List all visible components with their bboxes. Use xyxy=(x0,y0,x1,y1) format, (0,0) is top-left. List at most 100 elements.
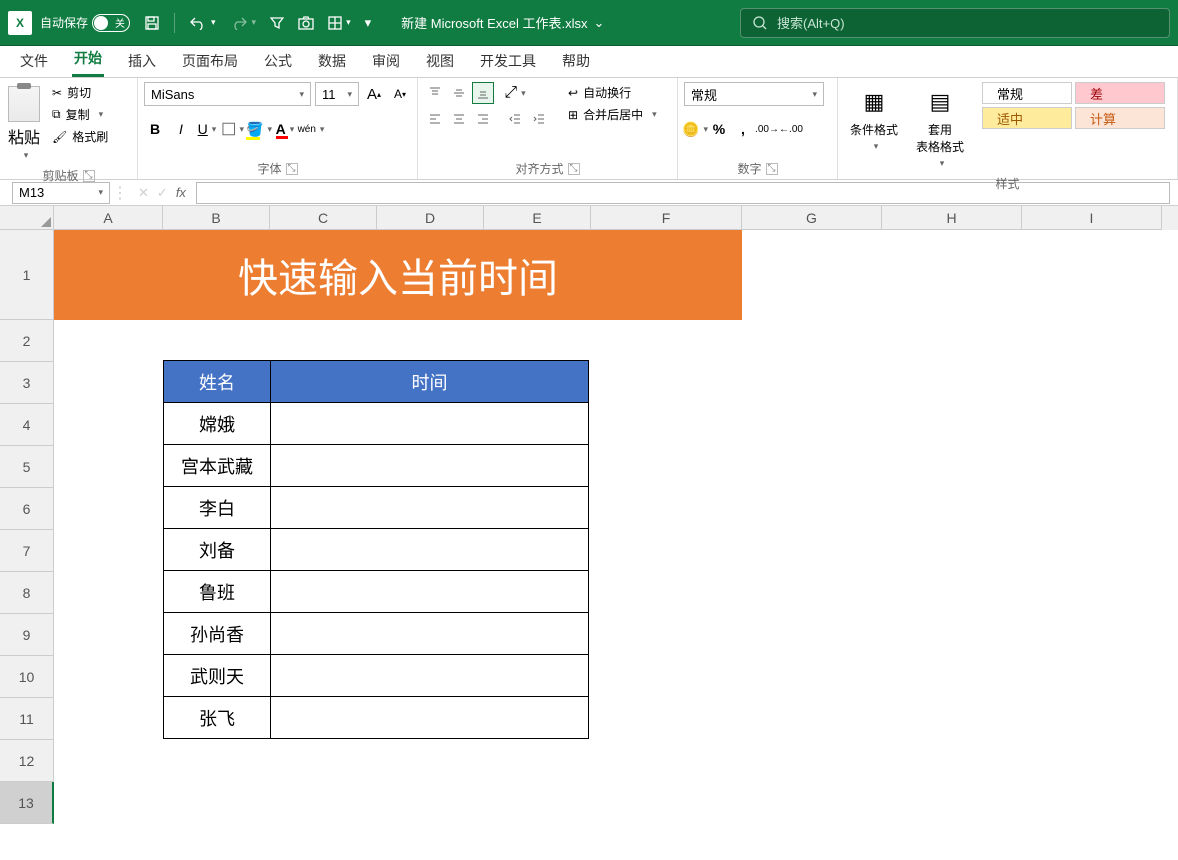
cell-name-0[interactable]: 嫦娥 xyxy=(164,403,271,445)
title-cell[interactable]: 快速输入当前时间 xyxy=(54,230,742,320)
align-top-button[interactable] xyxy=(424,82,446,104)
merge-center-button[interactable]: ⊞合并后居中▾ xyxy=(564,104,661,125)
align-launcher[interactable]: ⤡ xyxy=(568,163,580,175)
wrap-text-button[interactable]: ↩自动换行 xyxy=(564,82,661,103)
save-icon[interactable] xyxy=(144,15,160,31)
row-header-12[interactable]: 12 xyxy=(0,740,54,782)
cell-time-7[interactable] xyxy=(271,697,589,739)
cell-time-3[interactable] xyxy=(271,529,589,571)
row-header-5[interactable]: 5 xyxy=(0,446,54,488)
row-header-7[interactable]: 7 xyxy=(0,530,54,572)
increase-indent-button[interactable] xyxy=(528,108,550,130)
cell-style-good[interactable]: 适中 xyxy=(982,107,1072,129)
decrease-font-icon[interactable]: A▾ xyxy=(389,83,411,105)
cell-grid[interactable]: 快速输入当前时间 姓名 时间 嫦娥 宫本武藏 李白 刘备 鲁班 孙尚香 武则天 … xyxy=(54,230,1178,824)
col-header-E[interactable]: E xyxy=(484,206,591,230)
fill-color-button[interactable]: 🪣▾ xyxy=(248,118,270,140)
bold-button[interactable]: B xyxy=(144,118,166,140)
cancel-formula-icon[interactable]: ✕ xyxy=(138,185,149,201)
fx-icon[interactable]: fx xyxy=(176,185,186,200)
tab-layout[interactable]: 页面布局 xyxy=(180,51,240,77)
tab-help[interactable]: 帮助 xyxy=(560,51,592,77)
col-header-H[interactable]: H xyxy=(882,206,1022,230)
filter-icon[interactable] xyxy=(270,16,284,30)
select-all-corner[interactable] xyxy=(0,206,54,230)
align-right-button[interactable] xyxy=(472,108,494,130)
row-header-6[interactable]: 6 xyxy=(0,488,54,530)
comma-button[interactable]: , xyxy=(732,118,754,140)
cell-time-0[interactable] xyxy=(271,403,589,445)
percent-button[interactable]: % xyxy=(708,118,730,140)
increase-decimal-button[interactable]: .00→ xyxy=(756,118,778,140)
col-header-D[interactable]: D xyxy=(377,206,484,230)
header-time[interactable]: 时间 xyxy=(271,361,589,403)
cut-button[interactable]: ✂剪切 xyxy=(48,82,112,103)
align-left-button[interactable] xyxy=(424,108,446,130)
cell-name-6[interactable]: 武则天 xyxy=(164,655,271,697)
number-format-combo[interactable]: 常规▾ xyxy=(684,82,824,106)
font-launcher[interactable]: ⤡ xyxy=(286,163,298,175)
conditional-format-button[interactable]: ▦ 条件格式▾ xyxy=(844,82,904,156)
tab-view[interactable]: 视图 xyxy=(424,51,456,77)
row-header-10[interactable]: 10 xyxy=(0,656,54,698)
cell-time-1[interactable] xyxy=(271,445,589,487)
worksheet[interactable]: A B C D E F G H I 1 2 3 4 5 6 7 8 9 10 1… xyxy=(0,206,1178,824)
search-input[interactable]: 搜索(Alt+Q) xyxy=(740,8,1170,38)
cell-time-6[interactable] xyxy=(271,655,589,697)
font-size-combo[interactable]: 11▾ xyxy=(315,82,359,106)
tab-review[interactable]: 审阅 xyxy=(370,51,402,77)
font-color-button[interactable]: A▾ xyxy=(274,118,296,140)
format-painter-button[interactable]: 🖌格式刷 xyxy=(48,126,112,147)
col-header-B[interactable]: B xyxy=(163,206,270,230)
format-as-table-button[interactable]: ▤ 套用 表格格式▾ xyxy=(910,82,970,173)
align-bottom-button[interactable] xyxy=(472,82,494,104)
row-header-1[interactable]: 1 xyxy=(0,230,54,320)
align-middle-button[interactable] xyxy=(448,82,470,104)
undo-icon[interactable]: ▾ xyxy=(189,16,216,30)
tab-formula[interactable]: 公式 xyxy=(262,51,294,77)
col-header-F[interactable]: F xyxy=(591,206,742,230)
cell-name-7[interactable]: 张飞 xyxy=(164,697,271,739)
border-icon[interactable]: ▾ xyxy=(328,16,351,30)
cell-name-1[interactable]: 宫本武藏 xyxy=(164,445,271,487)
row-header-4[interactable]: 4 xyxy=(0,404,54,446)
border-button[interactable]: ▾ xyxy=(222,118,244,140)
row-header-13[interactable]: 13 xyxy=(0,782,54,824)
decrease-decimal-button[interactable]: ←.00 xyxy=(780,118,802,140)
tab-dev[interactable]: 开发工具 xyxy=(478,51,538,77)
copy-button[interactable]: ⧉复制▾ xyxy=(48,104,112,125)
customize-qat-icon[interactable]: ▾ xyxy=(365,15,372,31)
number-launcher[interactable]: ⤡ xyxy=(766,163,778,175)
row-header-11[interactable]: 11 xyxy=(0,698,54,740)
tab-insert[interactable]: 插入 xyxy=(126,51,158,77)
toggle-track[interactable]: 关 xyxy=(92,14,130,32)
phonetic-button[interactable]: wén▾ xyxy=(300,118,322,140)
tab-data[interactable]: 数据 xyxy=(316,51,348,77)
align-center-button[interactable] xyxy=(448,108,470,130)
camera-icon[interactable] xyxy=(298,16,314,30)
cell-time-4[interactable] xyxy=(271,571,589,613)
font-name-combo[interactable]: MiSans▾ xyxy=(144,82,311,106)
col-header-C[interactable]: C xyxy=(270,206,377,230)
underline-button[interactable]: U▾ xyxy=(196,118,218,140)
increase-font-icon[interactable]: A▴ xyxy=(363,83,385,105)
col-header-G[interactable]: G xyxy=(742,206,882,230)
cell-style-normal[interactable]: 常规 xyxy=(982,82,1072,104)
cell-name-3[interactable]: 刘备 xyxy=(164,529,271,571)
clipboard-launcher[interactable]: ⤡ xyxy=(83,170,95,182)
cell-name-5[interactable]: 孙尚香 xyxy=(164,613,271,655)
cell-time-5[interactable] xyxy=(271,613,589,655)
col-header-I[interactable]: I xyxy=(1022,206,1162,230)
row-header-8[interactable]: 8 xyxy=(0,572,54,614)
redo-icon[interactable]: ▾ xyxy=(230,16,257,30)
accounting-button[interactable]: 🪙▾ xyxy=(684,118,706,140)
enter-formula-icon[interactable]: ✓ xyxy=(157,185,168,201)
cell-time-2[interactable] xyxy=(271,487,589,529)
col-header-A[interactable]: A xyxy=(54,206,163,230)
cell-name-4[interactable]: 鲁班 xyxy=(164,571,271,613)
filename[interactable]: 新建 Microsoft Excel 工作表.xlsx ⌄ xyxy=(401,13,604,32)
tab-file[interactable]: 文件 xyxy=(18,51,50,77)
row-header-9[interactable]: 9 xyxy=(0,614,54,656)
autosave-toggle[interactable]: 自动保存 关 xyxy=(40,14,130,32)
italic-button[interactable]: I xyxy=(170,118,192,140)
